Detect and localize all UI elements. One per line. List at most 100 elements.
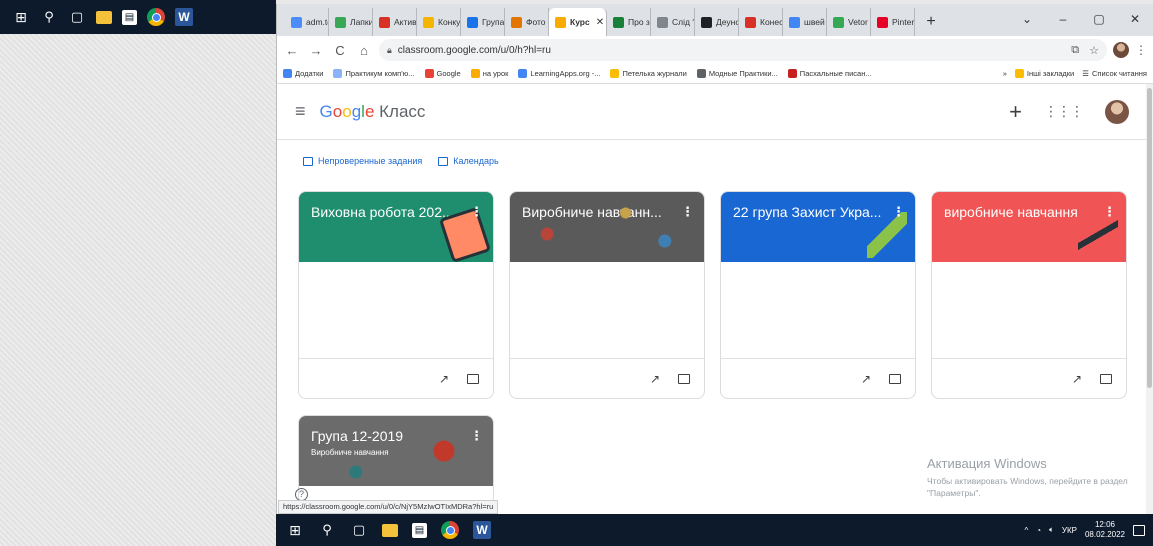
word-icon[interactable]: W [175,8,193,26]
network-icon[interactable]: ◔ [1036,526,1041,535]
trending-icon[interactable]: ↗ [1072,372,1082,386]
file-explorer-icon[interactable] [382,523,398,537]
forward-button[interactable]: → [307,43,325,58]
class-card-banner[interactable]: Виробниче навчанн...⋮ [510,192,704,262]
other-bookmarks[interactable]: Інші закладки [1014,69,1074,78]
search-icon[interactable]: ⚲ [40,8,58,26]
class-card-body[interactable] [932,262,1126,358]
browser-menu-icon[interactable]: ⋮ [1135,43,1147,57]
class-card-menu-icon[interactable]: ⋮ [892,204,905,220]
google-apps-icon[interactable]: ⋮⋮⋮ [1044,103,1084,120]
bookmark-icon [787,69,797,78]
tab-search-icon[interactable]: ⌄ [1009,12,1045,26]
windows-icon[interactable]: ⊞ [12,8,30,26]
bookmark-item[interactable]: Додатки [283,69,323,78]
file-explorer-icon[interactable] [96,10,112,24]
trending-icon[interactable]: ↗ [861,372,871,386]
folder-icon[interactable] [889,374,901,384]
class-card[interactable]: Виховна робота 202... ⋮ ↗ [298,191,494,399]
class-card[interactable]: виробниче навчання ⋮ ↗ [931,191,1127,399]
profile-icon[interactable] [1113,42,1129,58]
bookmark-item[interactable]: Петелька журнали [610,69,687,78]
class-card-banner[interactable]: 22 група Захист Укра... ⋮ [721,192,915,262]
bookmark-item[interactable]: Google [424,69,461,78]
browser-tab[interactable]: Активу [373,8,417,36]
store-icon[interactable]: ▤ [122,9,137,25]
class-card[interactable]: 22 група Захист Укра... ⋮ ↗ [720,191,916,399]
avatar[interactable] [1105,99,1129,124]
bookmark-item[interactable]: на урок [470,69,508,78]
back-button[interactable]: ← [283,43,301,58]
close-window-button[interactable]: ✕ [1117,12,1153,26]
browser-tab[interactable]: Конку [417,8,461,36]
browser-tab[interactable]: Лапки [329,8,373,36]
address-bar[interactable]: 🔒︎ classroom.google.com/u/0/h?hl=ru ⧉ ☆ [379,39,1107,61]
class-card-body[interactable] [510,262,704,358]
chrome-icon[interactable] [441,521,459,539]
class-card-menu-icon[interactable]: ⋮ [681,204,694,220]
browser-tab[interactable]: Слід ? [651,8,695,36]
main-menu-icon[interactable]: ≡ [295,101,306,122]
windows-activation-watermark: Активация Windows Чтобы активировать Win… [927,456,1137,499]
reading-list[interactable]: ☰ Список читання [1082,69,1147,78]
class-card-menu-icon[interactable]: ⋮ [470,428,483,444]
browser-tab[interactable]: Про з [607,8,651,36]
add-class-icon[interactable]: + [1009,99,1022,125]
share-icon[interactable]: ⧉ [1071,44,1079,57]
volume-icon[interactable]: 🔈︎ [1049,525,1054,535]
browser-tab[interactable]: adm.tc [285,8,329,36]
chevron-up-icon[interactable]: ^ [1024,526,1028,535]
bookmark-item[interactable]: LearningApps.org -... [518,69,600,78]
browser-tab[interactable]: Група [461,8,505,36]
page-scrollbar[interactable] [1146,84,1153,514]
folder-icon[interactable] [467,374,479,384]
class-card-banner[interactable]: Група 12-2019Виробниче навчання⋮ [299,416,493,486]
class-card-body[interactable] [299,262,493,358]
chrome-icon[interactable] [147,8,165,26]
bookmark-star-icon[interactable]: ☆ [1089,44,1099,57]
scrollbar-thumb[interactable] [1147,88,1152,388]
reload-button[interactable]: C [331,43,349,58]
calendar-link[interactable]: Календарь [438,156,499,166]
class-card-banner[interactable]: Виховна робота 202... ⋮ [299,192,493,264]
class-card[interactable]: Група 12-2019Виробниче навчання⋮ [298,415,494,505]
unchecked-tasks-link[interactable]: Непроверенные задания [303,156,422,166]
task-view-icon[interactable]: ▢ [68,8,86,26]
bookmark-item[interactable]: Модные Практики... [696,69,778,78]
minimize-button[interactable]: – [1045,12,1081,26]
class-card-menu-icon[interactable]: ⋮ [1103,204,1116,220]
bookmark-item[interactable]: Пасхальные писан... [787,69,872,78]
class-card-menu-icon[interactable]: ⋮ [470,204,483,220]
trending-icon[interactable]: ↗ [439,372,449,386]
trending-icon[interactable]: ↗ [650,372,660,386]
browser-tab[interactable]: Фото [505,8,549,36]
tab-close-icon[interactable]: ✕ [596,17,604,28]
browser-tab[interactable]: Курс ✕ [549,8,607,36]
home-button[interactable]: ⌂ [355,43,373,58]
browser-tab[interactable]: Pinter [871,8,915,36]
browser-tab[interactable]: Конес [739,8,783,36]
class-card-body[interactable] [721,262,915,358]
new-tab-button[interactable]: + [921,12,941,32]
windows-icon[interactable]: ⊞ [286,521,304,539]
search-icon[interactable]: ⚲ [318,521,336,539]
folder-icon[interactable] [1100,374,1112,384]
classroom-logo[interactable]: Google Класс [320,102,426,122]
notifications-icon[interactable] [1133,524,1145,536]
class-card[interactable]: Виробниче навчанн...⋮ ↗ [509,191,705,399]
browser-tab[interactable]: Деунс [695,8,739,36]
browser-tab[interactable]: Vetor [827,8,871,36]
tab-favicon-icon [657,16,668,28]
folder-icon[interactable] [678,374,690,384]
lock-icon[interactable]: 🔒︎ [387,45,392,56]
class-card-banner[interactable]: виробниче навчання ⋮ [932,192,1126,262]
store-icon[interactable]: ▤ [412,522,427,538]
maximize-button[interactable]: ▢ [1081,12,1117,26]
language-indicator[interactable]: УКР [1062,526,1077,535]
bookmarks-more[interactable]: » [1003,69,1007,78]
clock[interactable]: 12:06 08.02.2022 [1085,520,1125,540]
task-view-icon[interactable]: ▢ [350,521,368,539]
bookmark-item[interactable]: Практикум комп'ю... [333,69,415,78]
browser-tab[interactable]: швей [783,8,827,36]
word-icon[interactable]: W [473,521,491,539]
